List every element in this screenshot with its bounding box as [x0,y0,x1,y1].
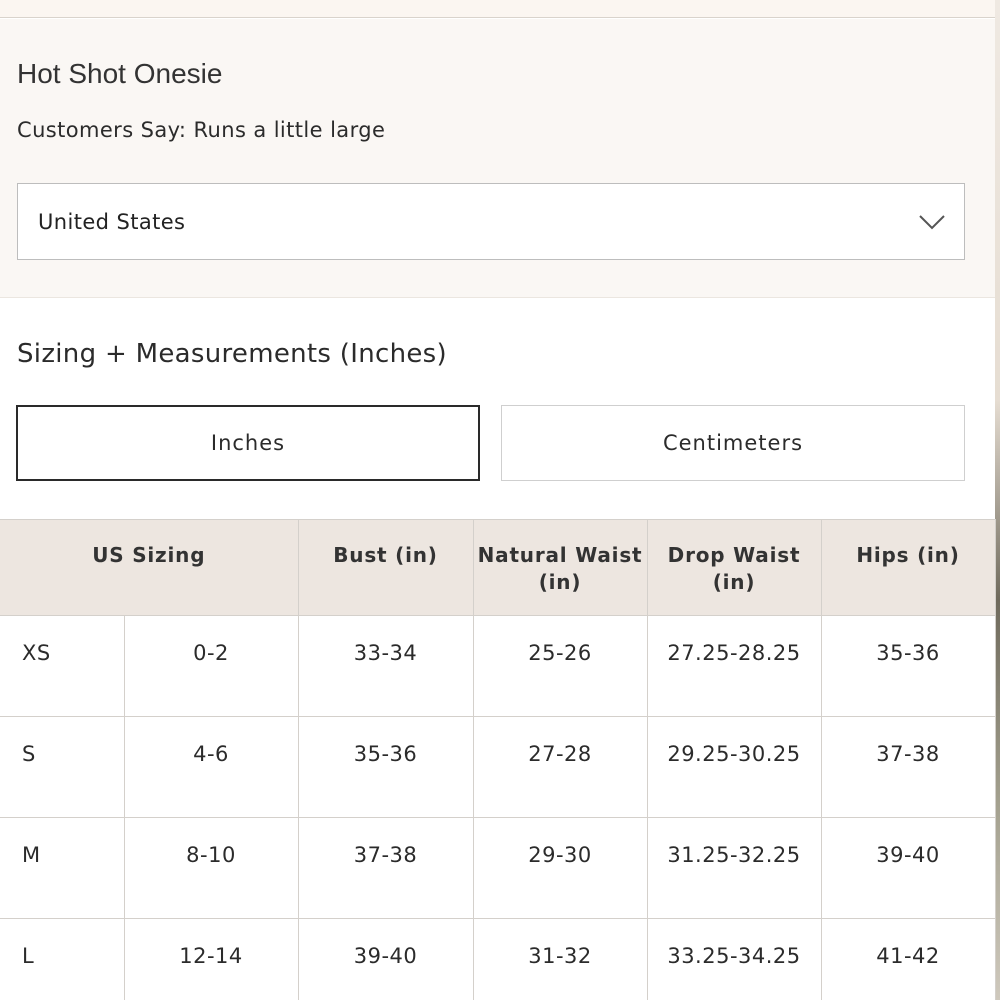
centimeters-button[interactable]: Centimeters [501,405,965,481]
background-edge [995,0,1000,1000]
us-size: 12-14 [123,918,299,1000]
size-letter: XS [0,615,125,717]
top-band [0,0,995,18]
header-natural-waist: Natural Waist (in) [472,519,648,616]
us-size: 0-2 [123,615,299,717]
table-row: S 4-6 35-36 27-28 29.25-30.25 37-38 [0,716,996,818]
drop-waist-value: 27.25-28.25 [646,615,822,717]
drop-waist-value: 31.25-32.25 [646,817,822,919]
size-letter: M [0,817,125,919]
header-drop-waist: Drop Waist (in) [646,519,822,616]
size-table: US Sizing Bust (in) Natural Waist (in) D… [0,519,996,1000]
header-bust: Bust (in) [297,519,474,616]
bust-value: 33-34 [297,615,474,717]
size-letter: L [0,918,125,1000]
drop-waist-value: 29.25-30.25 [646,716,822,818]
bust-value: 37-38 [297,817,474,919]
country-select[interactable]: United States [17,183,965,260]
natural-waist-value: 31-32 [472,918,648,1000]
natural-waist-value: 25-26 [472,615,648,717]
natural-waist-value: 27-28 [472,716,648,818]
fit-note: Customers Say: Runs a little large [17,118,386,142]
us-size: 4-6 [123,716,299,818]
country-select-value: United States [38,209,186,234]
hips-value: 41-42 [820,918,996,1000]
us-size: 8-10 [123,817,299,919]
chevron-down-icon [918,213,946,231]
size-letter: S [0,716,125,818]
bust-value: 35-36 [297,716,474,818]
inches-button[interactable]: Inches [16,405,480,481]
bust-value: 39-40 [297,918,474,1000]
sizing-section-title: Sizing + Measurements (Inches) [17,339,447,369]
table-row: M 8-10 37-38 29-30 31.25-32.25 39-40 [0,817,996,919]
size-guide-page: Hot Shot Onesie Customers Say: Runs a li… [0,0,1000,1000]
natural-waist-value: 29-30 [472,817,648,919]
header-us-sizing: US Sizing [0,519,299,616]
table-header-row: US Sizing Bust (in) Natural Waist (in) D… [0,519,996,616]
table-row: XS 0-2 33-34 25-26 27.25-28.25 35-36 [0,615,996,717]
table-row: L 12-14 39-40 31-32 33.25-34.25 41-42 [0,918,996,1000]
product-title: Hot Shot Onesie [17,58,223,89]
hips-value: 39-40 [820,817,996,919]
drop-waist-value: 33.25-34.25 [646,918,822,1000]
hips-value: 37-38 [820,716,996,818]
header-hips: Hips (in) [820,519,996,616]
hips-value: 35-36 [820,615,996,717]
